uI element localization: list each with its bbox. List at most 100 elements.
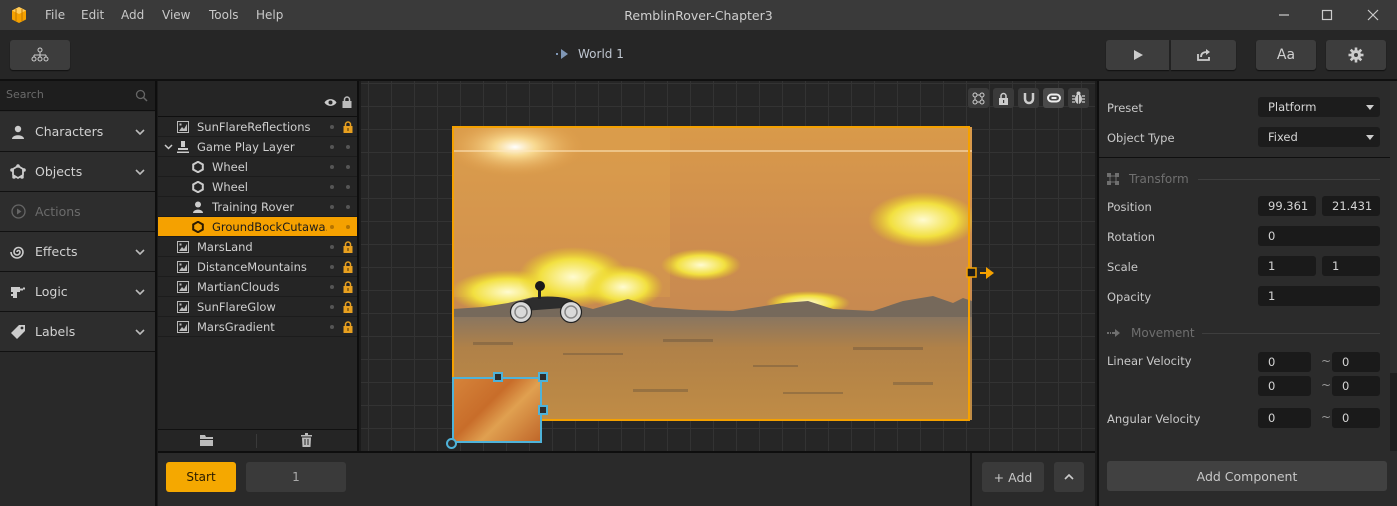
trash-icon[interactable]	[301, 433, 312, 447]
search-input[interactable]	[6, 88, 126, 101]
share-button[interactable]	[1171, 40, 1236, 70]
scene-canvas[interactable]	[361, 81, 1095, 451]
layer-name: GroundBockCutawa...	[212, 220, 327, 234]
page-number-field[interactable]: 1	[246, 462, 346, 492]
lock-icon[interactable]	[343, 301, 353, 313]
layer-row[interactable]: SunFlareGlow	[158, 297, 357, 317]
opacity-field[interactable]: 1	[1258, 286, 1380, 306]
visibility-toggle[interactable]	[330, 205, 334, 209]
layer-row[interactable]: Training Rover	[158, 197, 357, 217]
lock-icon[interactable]	[343, 281, 353, 293]
lock-toggle[interactable]	[346, 225, 350, 229]
visibility-toggle[interactable]	[330, 125, 334, 129]
lock-toggle[interactable]	[346, 205, 350, 209]
layer-row[interactable]: GroundBockCutawa...	[158, 217, 357, 237]
visibility-toggle[interactable]	[330, 325, 334, 329]
lock-toggle[interactable]	[346, 165, 350, 169]
layer-row[interactable]: Wheel	[158, 177, 357, 197]
angular-velocity-max[interactable]: 0	[1332, 408, 1380, 428]
resize-handle-top-right[interactable]	[538, 372, 548, 382]
resize-handle-right[interactable]	[538, 405, 548, 415]
hierarchy-button[interactable]	[10, 40, 70, 70]
expand-chevron-icon[interactable]	[164, 144, 173, 150]
world-selector[interactable]: World 1	[556, 47, 624, 61]
debug-tool-button[interactable]	[1068, 88, 1089, 108]
lock-icon[interactable]	[343, 321, 353, 333]
layer-row[interactable]: Wheel	[158, 157, 357, 177]
text-style-button[interactable]: Aa	[1256, 40, 1316, 70]
preset-dropdown[interactable]: Platform	[1258, 97, 1380, 117]
rotation-field[interactable]: 0	[1258, 226, 1380, 246]
position-label: Position	[1107, 200, 1152, 214]
sidebar-item-characters[interactable]: Characters	[0, 112, 155, 152]
linear-velocity-x-min[interactable]: 0	[1258, 352, 1311, 372]
visibility-toggle[interactable]	[330, 305, 334, 309]
rotate-handle[interactable]	[446, 438, 457, 449]
lock-toggle[interactable]	[346, 185, 350, 189]
visibility-toggle[interactable]	[330, 225, 334, 229]
section-divider	[1099, 157, 1397, 158]
settings-button[interactable]	[1326, 40, 1386, 70]
close-icon[interactable]	[1363, 6, 1383, 24]
visibility-toggle[interactable]	[330, 145, 334, 149]
expand-up-button[interactable]	[1054, 462, 1084, 492]
angular-velocity-min[interactable]: 0	[1258, 408, 1311, 428]
folder-icon[interactable]	[200, 435, 213, 446]
movement-title: Movement	[1131, 326, 1195, 340]
menu-tools[interactable]: Tools	[209, 8, 239, 22]
hierarchy-tree-icon	[31, 47, 49, 62]
lock-icon[interactable]	[343, 121, 353, 133]
link-tool-button[interactable]	[1043, 88, 1064, 108]
group-tool-button[interactable]	[968, 88, 989, 108]
ground-block-cutaway-selected[interactable]	[452, 377, 542, 443]
search-icon[interactable]	[135, 89, 148, 102]
minimize-icon[interactable]	[1274, 6, 1294, 24]
scale-y-field[interactable]: 1	[1322, 256, 1380, 276]
transform-title: Transform	[1129, 172, 1189, 186]
layer-row[interactable]: Game Play Layer	[158, 137, 357, 157]
lock-toggle[interactable]	[346, 145, 350, 149]
layer-row[interactable]: DistanceMountains	[158, 257, 357, 277]
object-type-dropdown[interactable]: Fixed	[1258, 127, 1380, 147]
layer-row[interactable]: MarsLand	[158, 237, 357, 257]
maximize-icon[interactable]	[1317, 6, 1337, 24]
world-resize-handle[interactable]	[966, 267, 977, 278]
sidebar-item-logic[interactable]: Logic	[0, 272, 155, 312]
menu-edit[interactable]: Edit	[81, 8, 104, 22]
sidebar-item-label: Objects	[35, 164, 83, 179]
lock-icon[interactable]	[343, 241, 353, 253]
position-x-field[interactable]: 99.361	[1258, 196, 1316, 216]
add-component-button[interactable]: Add Component	[1107, 461, 1387, 491]
linear-velocity-y-min[interactable]: 0	[1258, 376, 1311, 396]
layer-row[interactable]: MartianClouds	[158, 277, 357, 297]
sidebar-item-labels[interactable]: Labels	[0, 312, 155, 352]
sidebar-item-effects[interactable]: Effects	[0, 232, 155, 272]
menu-add[interactable]: Add	[121, 8, 144, 22]
layer-row[interactable]: SunFlareReflections	[158, 117, 357, 137]
add-button[interactable]: + Add	[982, 462, 1044, 492]
visibility-eye-icon[interactable]	[324, 98, 337, 107]
inspector-scrollbar-thumb[interactable]	[1390, 81, 1397, 373]
lock-all-icon[interactable]	[342, 96, 352, 108]
resize-handle-top[interactable]	[493, 372, 503, 382]
world-extend-arrow-icon[interactable]	[980, 267, 994, 279]
linear-velocity-y-max[interactable]: 0	[1332, 376, 1380, 396]
play-button[interactable]	[1106, 40, 1169, 70]
linear-velocity-x-max[interactable]: 0	[1332, 352, 1380, 372]
sidebar-item-objects[interactable]: Objects	[0, 152, 155, 192]
layer-row[interactable]: MarsGradient	[158, 317, 357, 337]
visibility-toggle[interactable]	[330, 165, 334, 169]
lock-icon[interactable]	[343, 261, 353, 273]
menu-help[interactable]: Help	[256, 8, 283, 22]
visibility-toggle[interactable]	[330, 265, 334, 269]
start-button[interactable]: Start	[166, 462, 236, 492]
scale-x-field[interactable]: 1	[1258, 256, 1316, 276]
visibility-toggle[interactable]	[330, 245, 334, 249]
lock-tool-button[interactable]	[993, 88, 1014, 108]
menu-view[interactable]: View	[162, 8, 190, 22]
visibility-toggle[interactable]	[330, 185, 334, 189]
menu-file[interactable]: File	[45, 8, 65, 22]
position-y-field[interactable]: 21.431	[1322, 196, 1380, 216]
visibility-toggle[interactable]	[330, 285, 334, 289]
snap-tool-button[interactable]	[1018, 88, 1039, 108]
